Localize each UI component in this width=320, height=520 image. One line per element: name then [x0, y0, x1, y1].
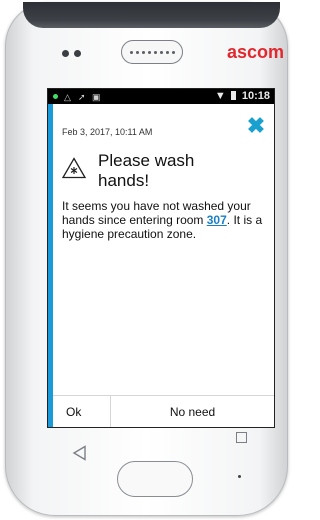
alert-timestamp: Feb 3, 2017, 10:11 AM — [62, 127, 153, 137]
warning-icon: △ — [64, 92, 71, 102]
accent-bar — [48, 104, 53, 427]
ok-button[interactable]: Ok — [53, 396, 111, 427]
device-frame: ascom △ ➚ ▣ ▼ 10:18 Feb 3, 2017, 10:11 A… — [5, 2, 288, 516]
indicator-dot-icon — [238, 475, 241, 478]
status-right: ▼ 10:18 — [215, 89, 270, 104]
device-top-cap — [23, 2, 280, 28]
image-icon: ▣ — [92, 92, 101, 102]
alert-message: It seems you have not washed your hands … — [62, 199, 267, 241]
tools-icon: ➚ — [78, 92, 86, 102]
action-row: Ok No need — [53, 395, 274, 427]
status-bar: △ ➚ ▣ ▼ 10:18 — [48, 89, 274, 104]
alert-panel: Feb 3, 2017, 10:11 AM ✖ Please wash hand… — [48, 104, 274, 427]
room-link[interactable]: 307 — [207, 213, 227, 227]
sensor-dot-icon — [74, 50, 81, 57]
screen: △ ➚ ▣ ▼ 10:18 Feb 3, 2017, 10:11 AM ✖ Pl… — [47, 88, 275, 428]
menu-icon[interactable] — [236, 432, 247, 443]
clock: 10:18 — [241, 90, 270, 102]
notification-dot-icon — [53, 94, 58, 99]
brand-logo: ascom — [227, 42, 285, 62]
back-icon[interactable] — [72, 445, 88, 461]
home-button[interactable] — [117, 461, 193, 497]
camera-dot-icon — [62, 50, 69, 57]
no-need-button[interactable]: No need — [111, 396, 274, 427]
warning-icon — [62, 157, 86, 179]
speaker-grille — [121, 40, 183, 64]
close-icon[interactable]: ✖ — [246, 115, 266, 137]
alert-title: Please wash hands! — [98, 151, 195, 190]
battery-icon — [230, 91, 236, 100]
wifi-icon: ▼ — [214, 90, 226, 102]
